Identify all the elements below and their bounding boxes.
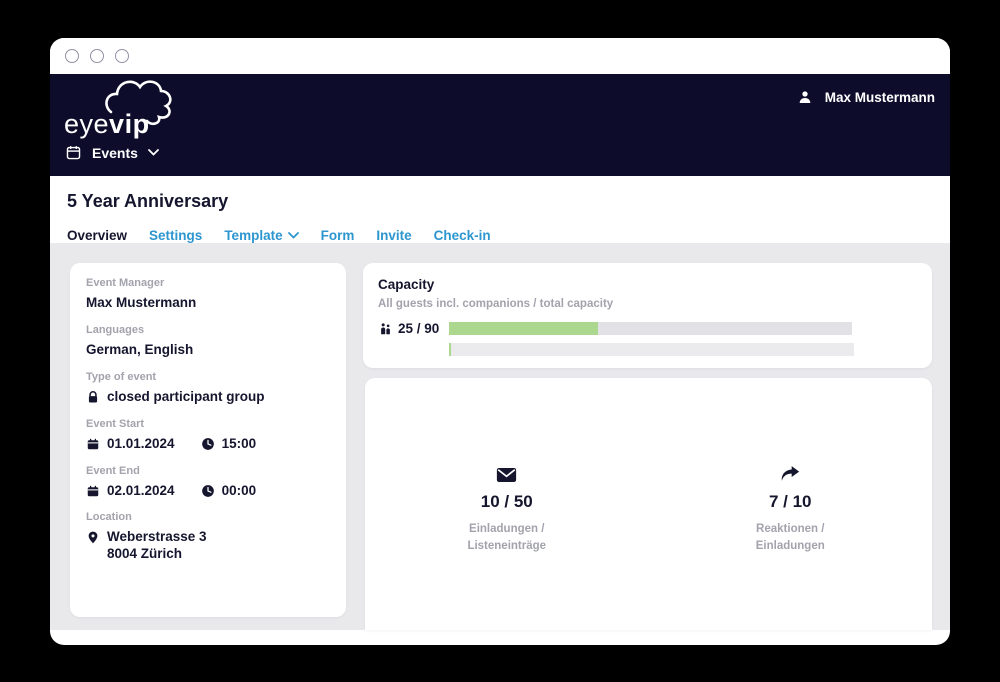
tab-bar: Overview Settings Template Form Invite C… (67, 228, 933, 243)
share-arrow-icon (780, 466, 800, 483)
map-pin-icon (86, 530, 100, 545)
lock-icon (86, 390, 100, 404)
chevron-down-icon (148, 149, 159, 156)
tab-invite[interactable]: Invite (376, 228, 411, 243)
clock-icon (201, 437, 215, 451)
tab-checkin[interactable]: Check-in (434, 228, 491, 243)
capacity-count-value: 25 / 90 (398, 321, 439, 336)
capacity-count: 25 / 90 (378, 321, 449, 336)
field-label: Location (86, 511, 330, 523)
stat-label: Einladungen / Listeneinträge (365, 521, 649, 556)
stat-value: 10 / 50 (365, 492, 649, 512)
window-minimize-button[interactable] (90, 49, 104, 63)
stat-reactions: 7 / 10 Reaktionen / Einladungen (649, 378, 933, 630)
field-value: 02.01.2024 00:00 (86, 483, 330, 500)
invitation-stats-card: 10 / 50 Einladungen / Listeneinträge 7 /… (365, 378, 932, 630)
event-details-card: Event Manager Max Mustermann Languages G… (70, 263, 346, 617)
event-end-time: 00:00 (222, 483, 257, 500)
capacity-progress-bar (449, 322, 852, 335)
field-label: Languages (86, 324, 330, 336)
stat-label-line1: Reaktionen / (756, 523, 824, 535)
capacity-bar2-fill (449, 343, 451, 356)
calendar-icon (86, 484, 100, 498)
capacity-row: 25 / 90 (378, 321, 917, 336)
location-line2: 8004 Zürich (107, 546, 207, 563)
stat-invitations: 10 / 50 Einladungen / Listeneinträge (365, 378, 649, 630)
calendar-icon (86, 437, 100, 451)
tab-settings[interactable]: Settings (149, 228, 202, 243)
capacity-card: Capacity All guests incl. companions / t… (363, 263, 932, 368)
field-event-manager: Event Manager Max Mustermann (86, 277, 330, 312)
event-end-date: 02.01.2024 (107, 483, 175, 500)
calendar-icon (65, 144, 82, 161)
title-bar: 5 Year Anniversary Overview Settings Tem… (50, 176, 950, 243)
field-value: German, English (86, 342, 330, 359)
capacity-subtitle: All guests incl. companions / total capa… (378, 298, 917, 310)
user-name: Max Mustermann (825, 90, 935, 105)
event-start-time: 15:00 (222, 436, 257, 453)
capacity-row-secondary (449, 343, 917, 356)
field-value: 01.01.2024 15:00 (86, 436, 330, 453)
tab-template[interactable]: Template (224, 228, 298, 243)
stat-label-line2: Einladungen (756, 540, 825, 552)
stat-label-line2: Listeneinträge (467, 540, 546, 552)
eyevip-logo[interactable]: eye vip (64, 98, 150, 138)
content-area: Event Manager Max Mustermann Languages G… (50, 243, 950, 630)
tab-overview[interactable]: Overview (67, 228, 127, 243)
field-label: Event Manager (86, 277, 330, 289)
stat-label-line1: Einladungen / (469, 523, 544, 535)
window-maximize-button[interactable] (115, 49, 129, 63)
nav-events-label: Events (92, 145, 138, 161)
browser-chrome (50, 38, 950, 74)
stat-label: Reaktionen / Einladungen (649, 521, 933, 556)
field-languages: Languages German, English (86, 324, 330, 359)
type-of-event-value: closed participant group (107, 389, 265, 406)
people-icon (378, 322, 393, 336)
nav-events[interactable]: Events (65, 144, 159, 161)
app-header: eye vip Events (50, 74, 950, 176)
location-line1: Weberstrasse 3 (107, 529, 207, 546)
field-event-start: Event Start 01.01.2024 (86, 418, 330, 453)
tab-template-label: Template (224, 228, 282, 243)
field-label: Event Start (86, 418, 330, 430)
page-title: 5 Year Anniversary (67, 191, 933, 212)
capacity-title: Capacity (378, 277, 917, 292)
field-type-of-event: Type of event closed participant group (86, 371, 330, 406)
capacity-progress-bar-secondary (449, 343, 854, 356)
field-event-end: Event End 02.01.2024 (86, 465, 330, 500)
envelope-icon (496, 467, 517, 483)
field-value: closed participant group (86, 389, 330, 406)
event-start-date: 01.01.2024 (107, 436, 175, 453)
tab-form[interactable]: Form (321, 228, 355, 243)
capacity-bar-fill (449, 322, 598, 335)
field-value: Max Mustermann (86, 295, 330, 312)
field-label: Event End (86, 465, 330, 477)
user-menu[interactable]: Max Mustermann (797, 89, 935, 105)
clock-icon (201, 484, 215, 498)
chevron-down-icon (288, 232, 299, 239)
user-icon (797, 89, 813, 105)
field-value: Weberstrasse 3 8004 Zürich (86, 529, 330, 563)
window-close-button[interactable] (65, 49, 79, 63)
stat-value: 7 / 10 (649, 492, 933, 512)
app-window: eye vip Events (50, 38, 950, 645)
field-label: Type of event (86, 371, 330, 383)
logo-text-vip: vip (109, 111, 150, 138)
field-location: Location Weberstrasse 3 8004 Zürich (86, 511, 330, 563)
